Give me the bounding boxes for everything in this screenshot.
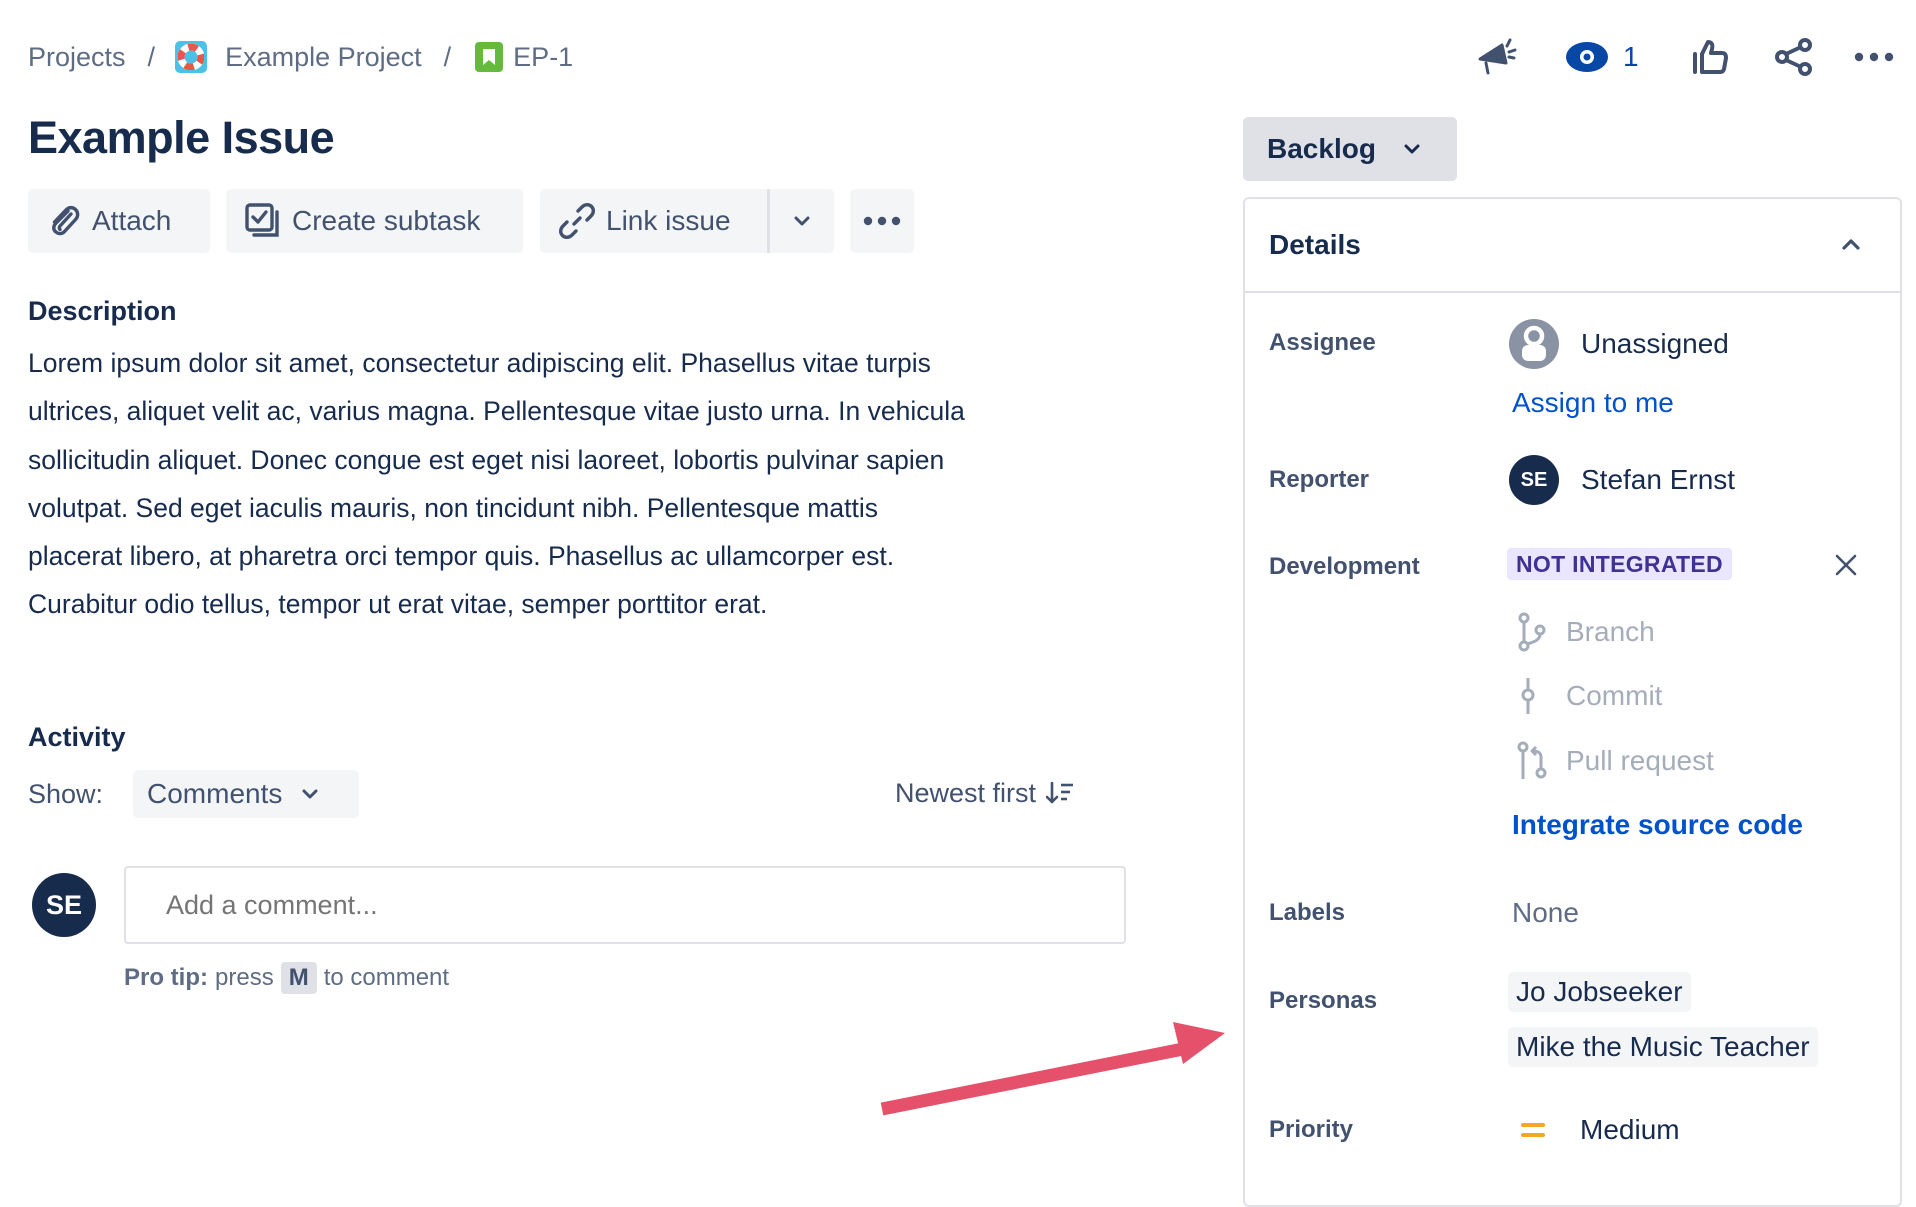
vote-button[interactable]	[1688, 35, 1732, 79]
description-line: Curabitur odio tellus, tempor ut erat vi…	[28, 589, 768, 620]
reporter-label: Reporter	[1269, 466, 1370, 493]
breadcrumb: Projects / Example Project / EP-1	[28, 37, 573, 77]
create-subtask-button[interactable]: Create subtask	[226, 189, 523, 253]
priority-value: Medium	[1580, 1114, 1680, 1145]
labels-value[interactable]: None	[1512, 895, 1579, 931]
priority-field[interactable]: Medium	[1520, 1110, 1680, 1150]
activity-filter-dropdown[interactable]: Comments	[133, 770, 359, 818]
activity-heading: Activity	[28, 722, 126, 752]
activity-filter-value: Comments	[147, 778, 283, 809]
reporter-avatar: SE	[1509, 455, 1559, 505]
development-label: Development	[1269, 553, 1420, 580]
chevron-down-icon	[1404, 144, 1420, 154]
assignee-value: Unassigned	[1581, 328, 1729, 359]
assign-to-me-link[interactable]: Assign to me	[1512, 385, 1674, 421]
priority-medium-icon	[1521, 1123, 1545, 1137]
pull-request-icon	[1517, 741, 1547, 779]
dev-commit: Commit	[1516, 676, 1662, 716]
project-lifebuoy-icon	[175, 41, 208, 73]
link-icon	[558, 202, 596, 240]
reporter-field[interactable]: SE Stefan Ernst	[1509, 454, 1735, 506]
description-line: volutpat. Sed eget iaculis mauris, non t…	[28, 492, 878, 523]
not-integrated-badge: NOT INTEGRATED	[1507, 548, 1732, 580]
breadcrumb-issue-key[interactable]: EP-1	[513, 42, 573, 73]
create-subtask-label: Create subtask	[292, 205, 481, 236]
issue-title[interactable]: Example Issue	[28, 108, 335, 168]
pro-tip-pre: press	[215, 964, 274, 991]
watch-button[interactable]: 1	[1565, 35, 1639, 79]
description-line: sollicitudin aliquet. Donec congue est e…	[28, 444, 945, 475]
branch-icon	[1518, 612, 1546, 652]
more-actions-button[interactable]	[1852, 35, 1896, 79]
status-value: Backlog	[1267, 133, 1376, 164]
sort-order-button[interactable]: Newest first	[895, 773, 1074, 813]
pro-tip-bold: Pro tip:	[124, 964, 208, 991]
details-header-divider	[1245, 291, 1900, 293]
share-icon	[1775, 38, 1812, 76]
more-toolbar-button[interactable]	[850, 189, 914, 253]
story-bookmark-icon	[475, 42, 504, 72]
assignee-label: Assignee	[1269, 329, 1376, 356]
details-header[interactable]: Details	[1245, 199, 1900, 291]
chevron-up-icon[interactable]	[1842, 238, 1860, 250]
annotation-arrow	[880, 1022, 1225, 1116]
chevron-down-icon	[794, 216, 810, 226]
share-button[interactable]	[1772, 35, 1816, 79]
dev-commit-label: Commit	[1566, 680, 1663, 711]
status-dropdown-button[interactable]: Backlog	[1243, 117, 1457, 181]
commit-icon	[1521, 678, 1535, 714]
breadcrumb-separator: /	[443, 41, 452, 72]
reporter-value: Stefan Ernst	[1581, 464, 1736, 495]
sort-descending-icon	[1046, 781, 1074, 804]
paperclip-icon	[52, 205, 80, 236]
dev-pull-request: Pull request	[1516, 741, 1714, 781]
link-issue-group: Link issue	[540, 189, 834, 253]
description-body[interactable]: Lorem ipsum dolor sit amet, consectetur …	[28, 339, 1128, 629]
eye-icon	[1566, 42, 1608, 72]
breadcrumb-projects[interactable]: Projects	[28, 42, 126, 73]
dev-branch-label: Branch	[1566, 616, 1655, 647]
megaphone-icon	[1478, 38, 1517, 75]
description-line: Lorem ipsum dolor sit amet, consectetur …	[28, 348, 931, 378]
description-heading: Description	[28, 296, 177, 326]
watch-count: 1	[1623, 41, 1639, 72]
subtask-checkbox-icon	[245, 203, 279, 237]
dev-branch: Branch	[1516, 612, 1655, 652]
chevron-down-icon	[302, 789, 318, 799]
integrate-source-code-link[interactable]: Integrate source code	[1512, 807, 1803, 843]
personas-label: Personas	[1269, 987, 1378, 1014]
dev-pull-request-label: Pull request	[1566, 745, 1714, 776]
thumbs-up-icon	[1693, 40, 1728, 74]
attach-label: Attach	[92, 205, 172, 236]
description-line: ultrices, aliquet velit ac, varius magna…	[28, 396, 965, 427]
labels-label: Labels	[1269, 899, 1346, 926]
show-label: Show:	[28, 779, 104, 809]
close-icon[interactable]	[1834, 553, 1858, 577]
breadcrumb-project[interactable]: Example Project	[225, 42, 422, 73]
unassigned-avatar-icon	[1509, 319, 1559, 369]
persona-tag[interactable]: Mike the Music Teacher	[1508, 1027, 1818, 1067]
current-user-avatar: SE	[32, 873, 96, 937]
feedback-button[interactable]	[1475, 35, 1519, 79]
pro-tip: Pro tip: press M to comment	[124, 960, 449, 996]
assignee-field[interactable]: Unassigned	[1509, 318, 1729, 370]
more-horizontal-icon	[863, 216, 901, 226]
details-heading: Details	[1269, 229, 1361, 260]
breadcrumb-separator: /	[147, 41, 156, 72]
more-horizontal-icon	[1854, 52, 1894, 62]
sort-order-label: Newest first	[895, 777, 1037, 808]
keyboard-shortcut-key: M	[280, 962, 317, 994]
pro-tip-post: to comment	[323, 964, 450, 991]
description-line: placerat libero, at pharetra orci tempor…	[28, 541, 895, 572]
persona-tag[interactable]: Jo Jobseeker	[1508, 972, 1691, 1012]
link-issue-label: Link issue	[606, 205, 731, 236]
attach-button[interactable]: Attach	[28, 189, 210, 253]
priority-label: Priority	[1269, 1116, 1354, 1143]
link-issue-dropdown-button[interactable]	[770, 189, 834, 253]
link-issue-button[interactable]: Link issue	[540, 189, 767, 253]
comment-input[interactable]	[124, 866, 1126, 944]
